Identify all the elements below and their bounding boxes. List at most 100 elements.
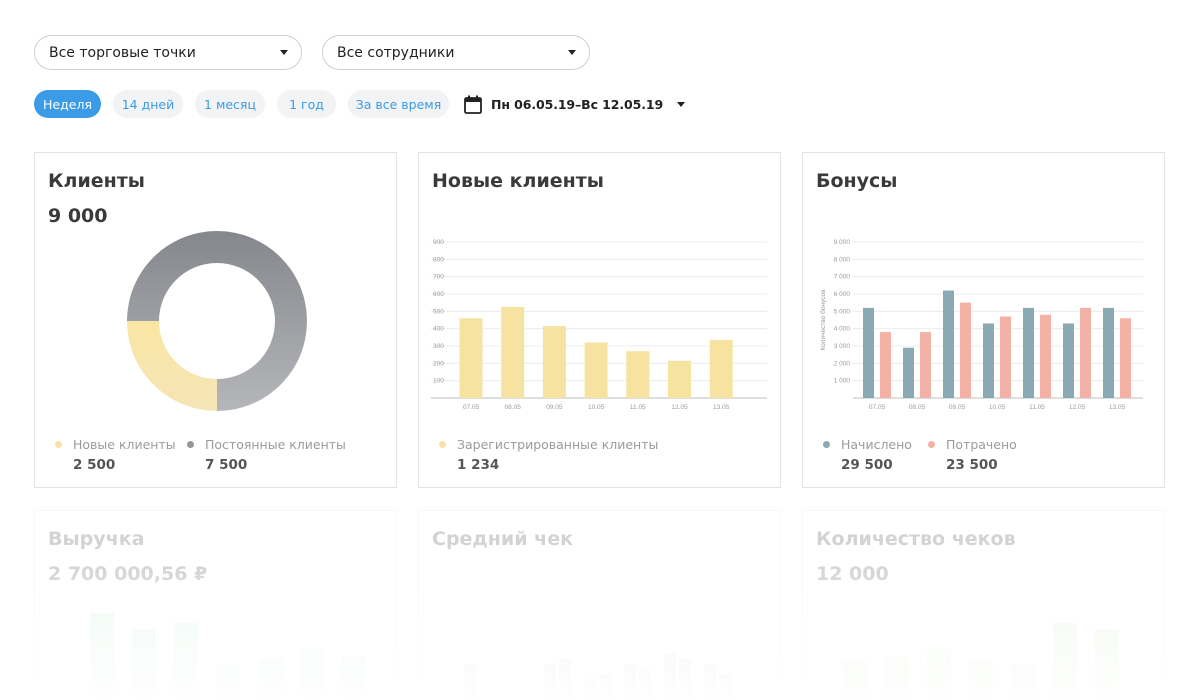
bar bbox=[1103, 307, 1114, 398]
bar bbox=[584, 342, 608, 398]
x-tick-label: 11.05 bbox=[630, 404, 646, 411]
employees-select-value: Все сотрудники bbox=[337, 44, 455, 61]
bar bbox=[1040, 314, 1051, 398]
bar bbox=[1120, 318, 1131, 398]
bar bbox=[542, 326, 566, 398]
x-tick-label: 12.05 bbox=[671, 404, 688, 411]
date-range-picker[interactable]: Пн 06.05.19–Вс 12.05.19 bbox=[464, 95, 686, 114]
y-axis-label: Количество бонусов bbox=[819, 289, 827, 351]
chevron-down-icon bbox=[280, 50, 288, 55]
x-tick-label: 08.05 bbox=[909, 404, 926, 411]
revenue-card: Выручка 2 700 000,56 ₽ bbox=[34, 510, 397, 700]
y-tick-label: 4 000 bbox=[834, 326, 851, 333]
bar bbox=[903, 347, 914, 398]
bar bbox=[626, 351, 650, 398]
bar bbox=[880, 332, 891, 398]
x-tick-label: 13.05 bbox=[713, 404, 730, 411]
y-tick-label: 200 bbox=[433, 360, 444, 367]
legend-item-accrued: Начислено bbox=[823, 437, 912, 452]
x-tick-label: 07.05 bbox=[869, 404, 886, 411]
legend-label: Постоянные клиенты bbox=[205, 437, 346, 452]
x-tick-label: 10.05 bbox=[588, 404, 605, 411]
calendar-icon bbox=[464, 95, 482, 114]
bar bbox=[668, 360, 691, 398]
bar bbox=[1023, 307, 1034, 398]
bar bbox=[709, 339, 733, 398]
legend-dot bbox=[823, 441, 830, 448]
legend-value-spent: 23 500 bbox=[946, 457, 998, 473]
x-tick-label: 09.05 bbox=[546, 404, 563, 411]
y-tick-label: 500 bbox=[433, 308, 444, 315]
bar bbox=[1000, 316, 1011, 398]
employees-select[interactable]: Все сотрудники bbox=[322, 35, 590, 70]
x-tick-label: 08.05 bbox=[505, 404, 522, 411]
revenue-chart-placeholder bbox=[90, 613, 366, 700]
legend-label: Потрачено bbox=[946, 437, 1017, 452]
legend-value-registered: 1 234 bbox=[457, 457, 500, 473]
x-tick-label: 09.05 bbox=[949, 404, 966, 411]
legend-label: Начислено bbox=[841, 437, 912, 452]
check-count-card: Количество чеков 12 000 bbox=[802, 510, 1165, 700]
x-tick-label: 12.05 bbox=[1069, 404, 1086, 411]
legend-dot bbox=[55, 441, 62, 448]
bonuses-card: Бонусы 1 000 2 000 3 000 4 000 5 000 6 000 7 0… bbox=[802, 152, 1165, 488]
y-tick-label: 9 000 bbox=[834, 239, 851, 246]
x-tick-label: 13.05 bbox=[1109, 404, 1126, 411]
legend-item-spent: Потрачено bbox=[928, 437, 1017, 452]
legend-value-regular-clients: 7 500 bbox=[205, 457, 248, 473]
y-tick-label: 600 bbox=[433, 291, 444, 298]
bar bbox=[943, 290, 954, 398]
legend-item-registered: Зарегистрированные клиенты bbox=[439, 437, 658, 452]
new-clients-card: Новые клиенты 100 200 300 400 500 600 700 800 90… bbox=[418, 152, 781, 488]
y-tick-label: 7 000 bbox=[834, 274, 851, 281]
bar bbox=[1080, 307, 1091, 398]
chip-1-month[interactable]: 1 месяц bbox=[195, 90, 265, 118]
legend-dot bbox=[187, 441, 194, 448]
y-tick-label: 8 000 bbox=[834, 256, 851, 263]
chip-1-year[interactable]: 1 год bbox=[277, 90, 336, 118]
legend-dot bbox=[928, 441, 935, 448]
y-tick-label: 6 000 bbox=[834, 291, 851, 298]
donut-slice bbox=[127, 321, 217, 411]
y-tick-label: 300 bbox=[433, 343, 444, 350]
chip-14-days[interactable]: 14 дней bbox=[113, 90, 183, 118]
y-tick-label: 800 bbox=[433, 256, 444, 263]
date-range-label: Пн 06.05.19–Вс 12.05.19 bbox=[491, 96, 664, 112]
chevron-down-icon bbox=[677, 101, 686, 107]
bar bbox=[863, 307, 874, 398]
x-tick-label: 07.05 bbox=[463, 404, 480, 411]
x-tick-label: 10.05 bbox=[989, 404, 1006, 411]
legend-item-new-clients: Новые клиенты bbox=[55, 437, 176, 452]
avg-check-chart-placeholder bbox=[464, 654, 731, 700]
y-tick-label: 400 bbox=[433, 326, 444, 333]
bar bbox=[960, 302, 971, 398]
bar bbox=[501, 307, 525, 398]
chip-all-time[interactable]: За все время bbox=[348, 90, 449, 118]
bar bbox=[983, 323, 994, 398]
outlets-select[interactable]: Все торговые точки bbox=[34, 35, 302, 70]
bar bbox=[1063, 323, 1074, 398]
x-tick-label: 11.05 bbox=[1029, 404, 1045, 411]
y-tick-label: 1 000 bbox=[834, 378, 851, 385]
y-tick-label: 3 000 bbox=[834, 343, 851, 350]
y-tick-label: 2 000 bbox=[834, 360, 851, 367]
legend-label: Зарегистрированные клиенты bbox=[457, 437, 659, 452]
chip-week[interactable]: Неделя bbox=[34, 90, 101, 118]
legend-item-regular-clients: Постоянные клиенты bbox=[187, 437, 346, 452]
y-tick-label: 700 bbox=[433, 274, 444, 281]
period-selector: Неделя 14 дней 1 месяц 1 год За все врем… bbox=[34, 90, 686, 118]
chevron-down-icon bbox=[568, 50, 576, 55]
legend-value-new-clients: 2 500 bbox=[73, 457, 116, 473]
check-count-chart-placeholder bbox=[843, 623, 1119, 700]
y-tick-label: 100 bbox=[433, 378, 444, 385]
legend-dot bbox=[439, 441, 446, 448]
clients-card: Клиенты 9 000 Новые клиенты 2 500 Постоя… bbox=[34, 152, 397, 488]
avg-check-card: Средний чек bbox=[418, 510, 781, 700]
legend-value-accrued: 29 500 bbox=[841, 457, 893, 473]
legend-label: Новые клиенты bbox=[73, 437, 176, 452]
outlets-select-value: Все торговые точки bbox=[49, 44, 196, 61]
bar bbox=[459, 318, 483, 398]
y-tick-label: 5 000 bbox=[834, 308, 851, 315]
bar bbox=[920, 332, 931, 398]
y-tick-label: 900 bbox=[433, 239, 444, 246]
